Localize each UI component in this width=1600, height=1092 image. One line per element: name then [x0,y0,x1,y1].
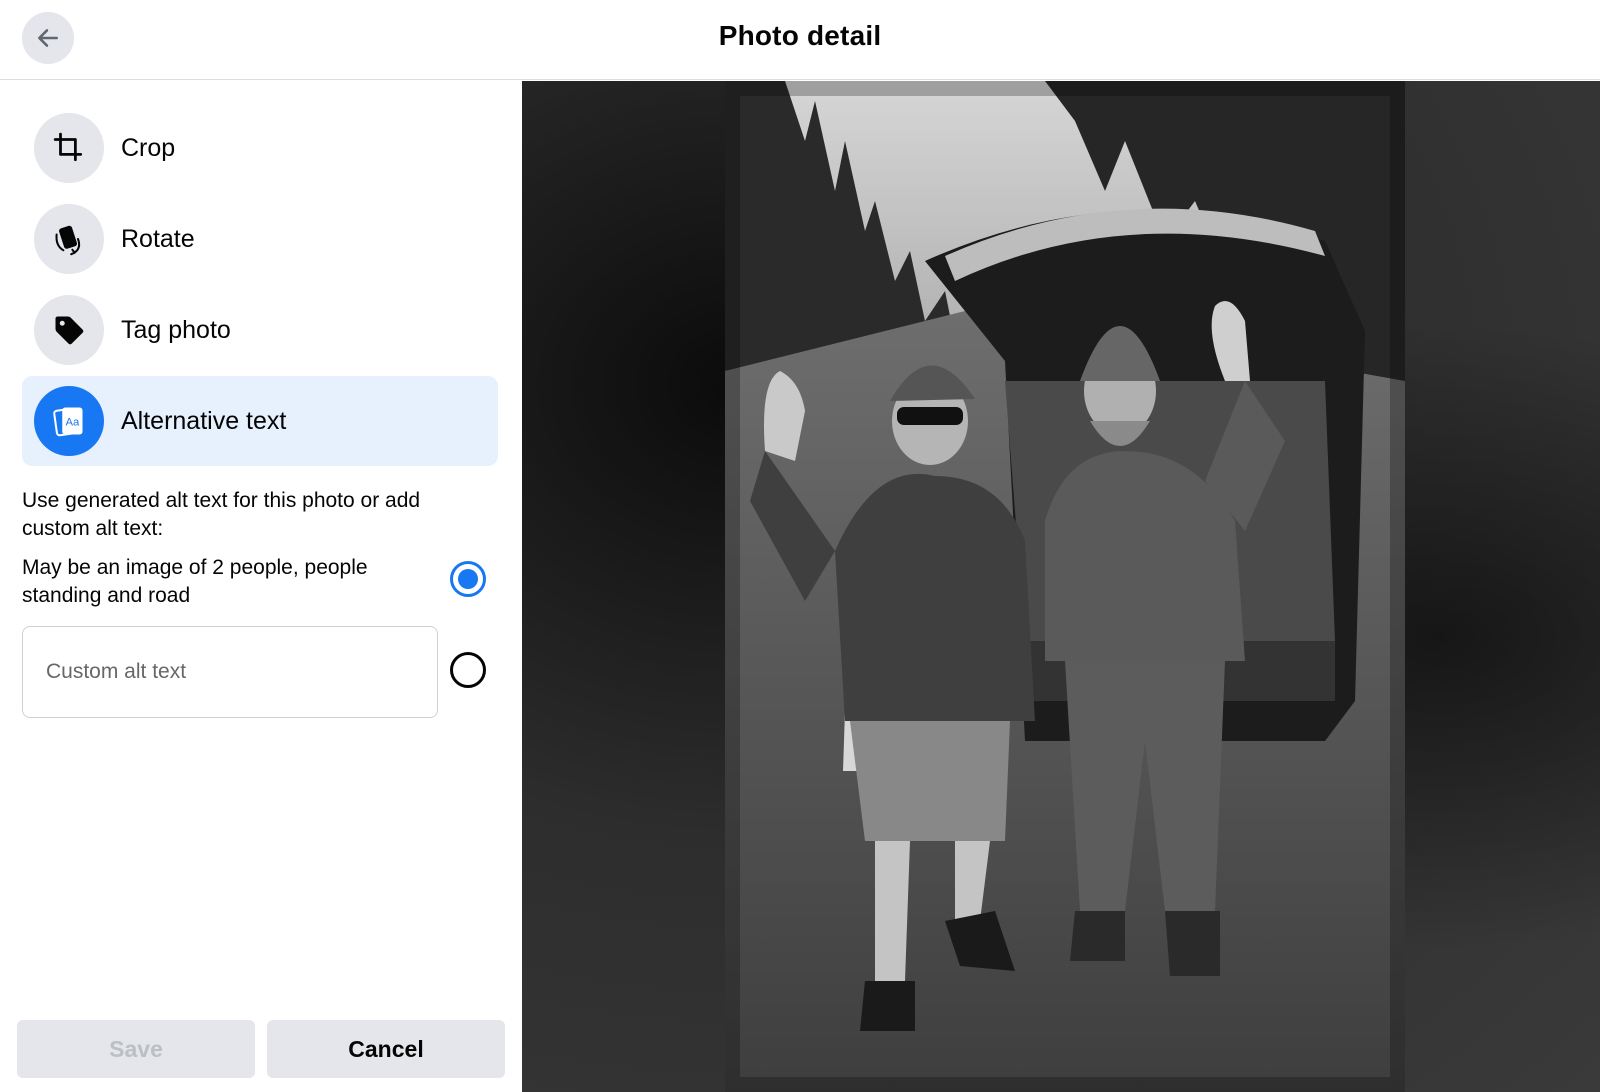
alt-text-icon: Aa [34,386,104,456]
alt-text-instructions: Use generated alt text for this photo or… [22,489,421,540]
page-title: Photo detail [718,20,882,51]
photo [725,81,1405,1092]
menu-item-label: Rotate [121,224,195,253]
custom-alt-text-input[interactable] [22,626,438,718]
custom-alt-radio[interactable] [450,652,486,688]
cancel-button[interactable]: Cancel [267,1020,505,1078]
generated-alt-radio[interactable] [450,561,486,597]
tag-icon [34,295,104,365]
generated-alt-text: May be an image of 2 people, people stan… [22,556,368,607]
menu-item-crop[interactable]: Crop [22,103,498,193]
menu-item-alternative-text[interactable]: Aa Alternative text [22,376,498,466]
menu-item-label: Tag photo [121,315,231,344]
edit-panel: Crop Rotate Tag photo Aa Alternative tex… [0,81,512,1092]
rotate-icon [34,204,104,274]
crop-icon [34,113,104,183]
photo-preview-area [522,81,1600,1092]
menu-item-rotate[interactable]: Rotate [22,194,498,284]
menu-item-label: Crop [121,133,176,162]
top-bar: Photo detail [0,0,1600,80]
menu-item-label: Alternative text [121,406,287,435]
save-button[interactable]: Save [17,1020,255,1078]
menu-item-tag-photo[interactable]: Tag photo [22,285,498,375]
svg-text:Aa: Aa [65,417,80,429]
